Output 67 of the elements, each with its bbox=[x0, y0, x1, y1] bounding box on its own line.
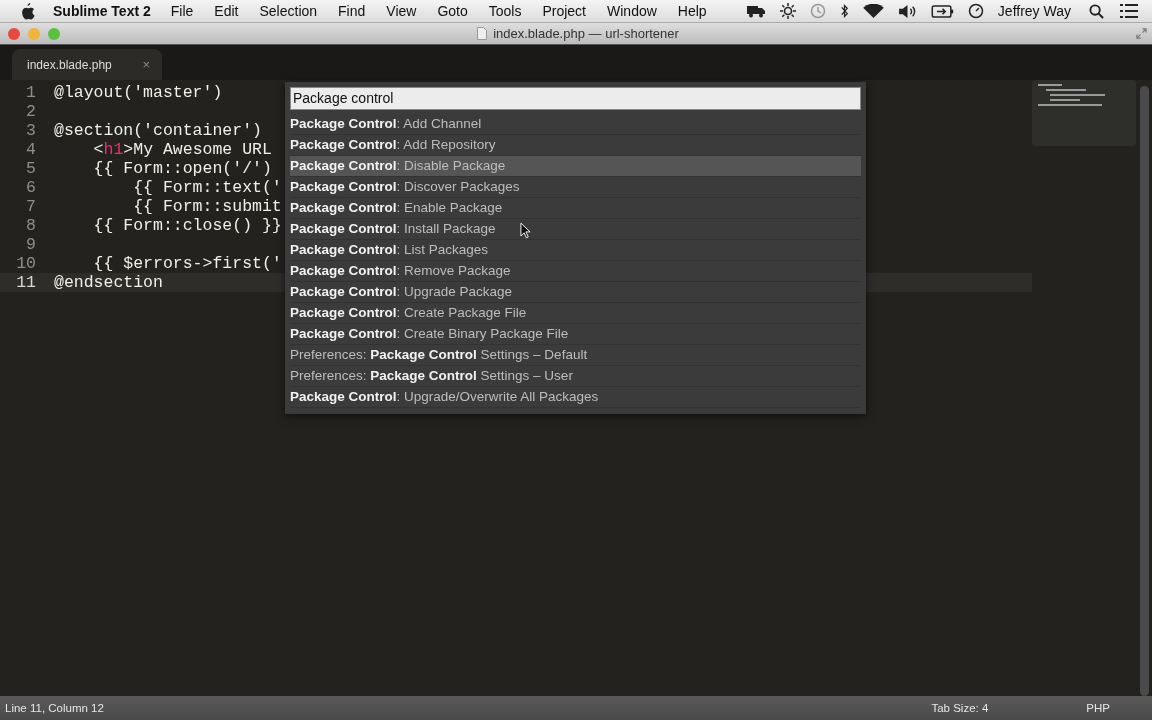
battery-icon[interactable] bbox=[930, 4, 954, 18]
code-line: {{ Form::close() }} bbox=[92, 216, 282, 235]
file-tab[interactable]: index.blade.php × bbox=[12, 49, 162, 80]
menu-item[interactable]: Tools bbox=[488, 3, 522, 19]
command-item[interactable]: Package Control: List Packages bbox=[290, 240, 861, 261]
menu-item[interactable]: Window bbox=[607, 3, 657, 19]
line-number: 6 bbox=[25, 178, 36, 197]
tab-size[interactable]: Tab Size: 4 bbox=[931, 702, 989, 714]
bluetooth-icon[interactable] bbox=[839, 3, 849, 19]
menu-item[interactable]: Edit bbox=[214, 3, 239, 19]
brightness-icon[interactable] bbox=[779, 3, 796, 19]
command-item[interactable]: Preferences: Package Control Settings – User bbox=[290, 366, 861, 387]
cursor-position: Line 11, Column 12 bbox=[5, 702, 104, 714]
code-line: {{ $errors->first(' bbox=[92, 254, 282, 273]
scrollbar[interactable] bbox=[1140, 86, 1149, 696]
line-number: 10 bbox=[15, 254, 36, 273]
line-number: 3 bbox=[25, 121, 36, 140]
user-name[interactable]: Jeffrey Way bbox=[997, 3, 1071, 19]
code-line: @section('container') bbox=[54, 121, 262, 140]
line-number: 9 bbox=[25, 235, 36, 254]
window-title: index.blade.php — url-shortener bbox=[493, 26, 679, 41]
syntax-label[interactable]: PHP bbox=[1086, 702, 1110, 714]
close-button[interactable] bbox=[8, 27, 20, 40]
minimap[interactable] bbox=[1032, 80, 1136, 146]
command-item[interactable]: Package Control: Add Channel bbox=[290, 114, 861, 135]
command-item[interactable]: Preferences: Package Control Settings – Default bbox=[290, 345, 861, 366]
app-name[interactable]: Sublime Text 2 bbox=[53, 3, 151, 19]
line-number: 8 bbox=[25, 216, 36, 235]
code-line: {{ Form::open('/') bbox=[92, 159, 272, 178]
fullscreen-icon[interactable] bbox=[1136, 28, 1147, 39]
menu-item[interactable]: Help bbox=[677, 3, 707, 19]
command-item[interactable]: Package Control: Remove Package bbox=[290, 261, 861, 282]
truck-icon[interactable] bbox=[745, 4, 766, 18]
menu-item[interactable]: File bbox=[170, 3, 194, 19]
menu-item[interactable]: Goto bbox=[437, 3, 468, 19]
command-item[interactable]: Package Control: Disable Package bbox=[290, 156, 861, 177]
command-item[interactable]: Package Control: Discover Packages bbox=[290, 177, 861, 198]
wifi-icon[interactable] bbox=[862, 3, 884, 19]
menu-item[interactable]: Selection bbox=[259, 3, 318, 19]
command-item[interactable]: Package Control: Enable Package bbox=[290, 198, 861, 219]
code-line: @layout('master') bbox=[54, 83, 223, 102]
document-icon bbox=[477, 27, 488, 40]
search-icon[interactable] bbox=[1089, 3, 1104, 19]
line-number: 11 bbox=[15, 273, 36, 292]
command-item[interactable]: Package Control: Upgrade/Overwrite All Packages bbox=[290, 387, 861, 408]
volume-icon[interactable] bbox=[897, 3, 917, 19]
line-number: 2 bbox=[25, 102, 36, 121]
command-input-field[interactable]: Package control bbox=[290, 87, 861, 110]
mouse-pointer-icon bbox=[520, 222, 531, 239]
line-number: 5 bbox=[25, 159, 36, 178]
line-number: 7 bbox=[25, 197, 36, 216]
command-item[interactable]: Package Control: Upgrade Package bbox=[290, 282, 861, 303]
tab-close-button[interactable]: × bbox=[142, 57, 150, 72]
code-line: {{ Form::text(' bbox=[132, 178, 282, 197]
code-line: @endsection bbox=[54, 273, 163, 292]
menu-item[interactable]: Project bbox=[542, 3, 586, 19]
menu-item[interactable]: Find bbox=[338, 3, 366, 19]
line-number: 1 bbox=[25, 83, 36, 102]
command-item[interactable]: Package Control: Create Package File bbox=[290, 303, 861, 324]
command-item[interactable]: Package Control: Create Binary Package File bbox=[290, 324, 861, 345]
menu-item[interactable]: View bbox=[386, 3, 417, 19]
apple-logo-icon[interactable] bbox=[20, 2, 35, 20]
code-line: <h1>My Awesome URL bbox=[92, 140, 272, 159]
line-number: 4 bbox=[25, 140, 36, 159]
code-line: {{ Form::submit bbox=[132, 197, 282, 216]
menu-icon[interactable] bbox=[1120, 4, 1138, 18]
gauge-icon[interactable] bbox=[967, 3, 984, 19]
